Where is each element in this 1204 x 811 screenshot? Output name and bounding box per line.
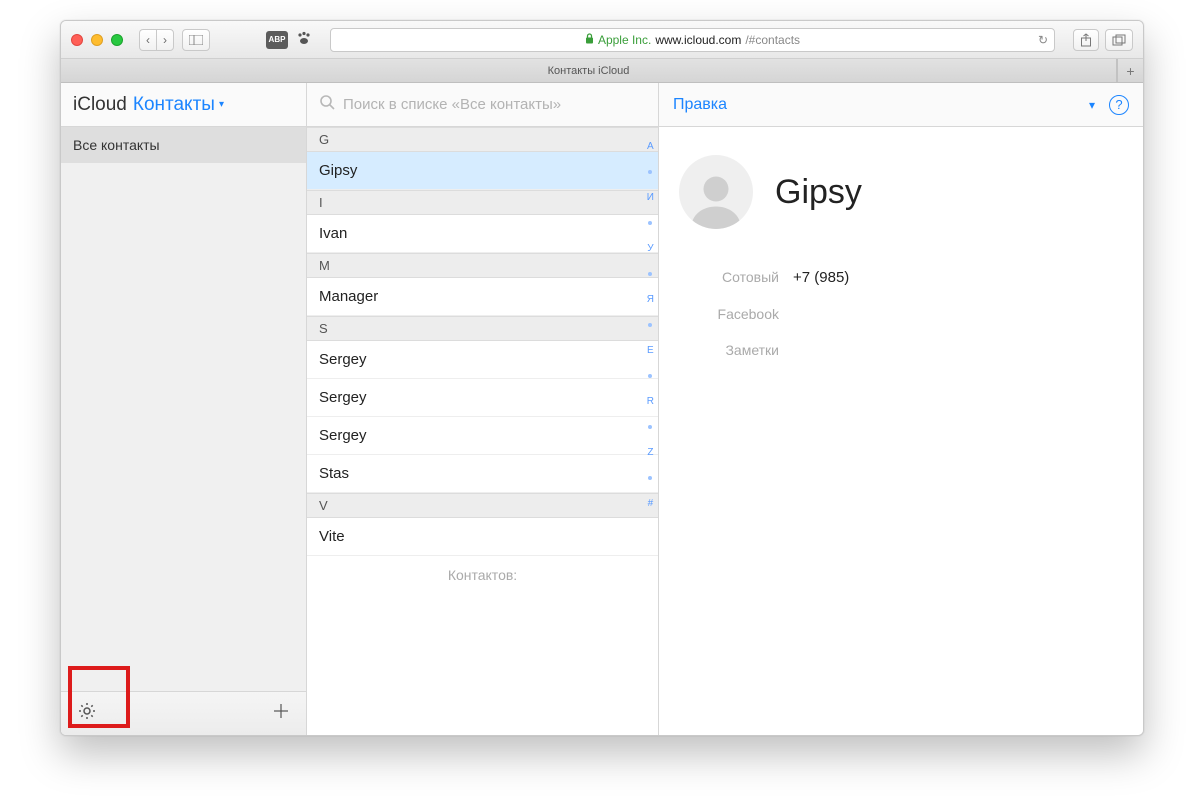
- forward-button[interactable]: ›: [156, 29, 174, 51]
- index-dot: [648, 170, 652, 174]
- abp-extension-icon[interactable]: ABP: [266, 31, 288, 49]
- contacts-list[interactable]: GGipsyIIvanMManagerSSergeySergeySergeySt…: [307, 127, 658, 735]
- settings-gear-icon[interactable]: [77, 701, 97, 726]
- contact-row[interactable]: Sergey: [307, 379, 658, 417]
- icloud-label: iCloud: [73, 94, 127, 116]
- minimize-window-button[interactable]: [91, 34, 103, 46]
- back-button[interactable]: ‹: [139, 29, 156, 51]
- lock-icon: [585, 33, 594, 47]
- contact-row[interactable]: Vite: [307, 518, 658, 556]
- index-letter[interactable]: E: [647, 345, 654, 356]
- index-dot: [648, 323, 652, 327]
- maximize-window-button[interactable]: [111, 34, 123, 46]
- index-letter[interactable]: И: [647, 192, 654, 203]
- search-input[interactable]: [343, 96, 646, 113]
- contacts-list-column: GGipsyIIvanMManagerSSergeySergeySergeySt…: [307, 83, 659, 735]
- field-label: Заметки: [679, 342, 779, 358]
- index-letter[interactable]: Я: [647, 294, 654, 305]
- detail-field: Сотовый +7 (985): [679, 269, 1123, 286]
- contact-row[interactable]: Stas: [307, 455, 658, 493]
- detail-field: Заметки: [679, 342, 1123, 358]
- contact-row[interactable]: Sergey: [307, 341, 658, 379]
- chevron-down-icon: ▾: [219, 99, 224, 110]
- address-bar[interactable]: Apple Inc. www.icloud.com /#contacts ↻: [330, 28, 1055, 52]
- avatar: [679, 155, 753, 229]
- address-path: /#contacts: [745, 33, 800, 47]
- add-button[interactable]: [272, 702, 290, 725]
- contact-name: Gipsy: [775, 173, 862, 212]
- app-menu-label: Контакты: [133, 94, 215, 116]
- tabs-button[interactable]: [1105, 29, 1133, 51]
- groups-sidebar: iCloud Контакты ▾ Все контакты: [61, 83, 307, 735]
- index-letter[interactable]: Z: [647, 447, 653, 458]
- tab-bar: Контакты iCloud +: [61, 59, 1143, 83]
- index-dot: [648, 221, 652, 225]
- search-icon: [319, 94, 335, 115]
- help-icon[interactable]: ?: [1109, 95, 1129, 115]
- index-dot: [648, 425, 652, 429]
- section-header: V: [307, 493, 658, 518]
- detail-field: Facebook: [679, 306, 1123, 322]
- sidebar-toggle-button[interactable]: [182, 29, 210, 51]
- alphabet-index[interactable]: А И У Я E R Z #: [647, 141, 654, 509]
- paw-extension-icon[interactable]: [296, 30, 312, 50]
- index-letter[interactable]: А: [647, 141, 654, 152]
- contact-row[interactable]: Sergey: [307, 417, 658, 455]
- close-window-button[interactable]: [71, 34, 83, 46]
- traffic-lights: [71, 34, 123, 46]
- index-letter[interactable]: #: [648, 498, 654, 509]
- index-dot: [648, 374, 652, 378]
- browser-toolbar: ‹ › ABP Apple Inc. www.icloud.com /#conta…: [61, 21, 1143, 59]
- reload-icon[interactable]: ↻: [1038, 33, 1048, 47]
- index-letter[interactable]: R: [647, 396, 654, 407]
- section-header: S: [307, 316, 658, 341]
- tab-contacts[interactable]: Контакты iCloud: [61, 59, 1117, 82]
- contact-row[interactable]: Ivan: [307, 215, 658, 253]
- section-header: I: [307, 190, 658, 215]
- section-header: G: [307, 127, 658, 152]
- app-switcher[interactable]: iCloud Контакты ▾: [61, 83, 306, 127]
- contact-detail-column: Правка ▾ ? Gipsy Сотовый +7 (985) Facebook…: [659, 83, 1143, 735]
- field-label: Facebook: [679, 306, 779, 322]
- address-company: Apple Inc.: [598, 33, 651, 47]
- chevron-down-icon[interactable]: ▾: [1089, 98, 1095, 112]
- index-letter[interactable]: У: [647, 243, 653, 254]
- contacts-count: Контактов:: [307, 556, 658, 594]
- section-header: M: [307, 253, 658, 278]
- index-dot: [648, 476, 652, 480]
- field-value: +7 (985): [793, 269, 849, 286]
- field-label: Сотовый: [679, 269, 779, 285]
- edit-button[interactable]: Правка: [673, 96, 727, 114]
- group-all-contacts[interactable]: Все контакты: [61, 127, 306, 163]
- share-button[interactable]: [1073, 29, 1099, 51]
- new-tab-button[interactable]: +: [1117, 59, 1143, 82]
- contact-row[interactable]: Manager: [307, 278, 658, 316]
- address-domain: www.icloud.com: [655, 33, 741, 47]
- index-dot: [648, 272, 652, 276]
- contact-row[interactable]: Gipsy: [307, 152, 658, 190]
